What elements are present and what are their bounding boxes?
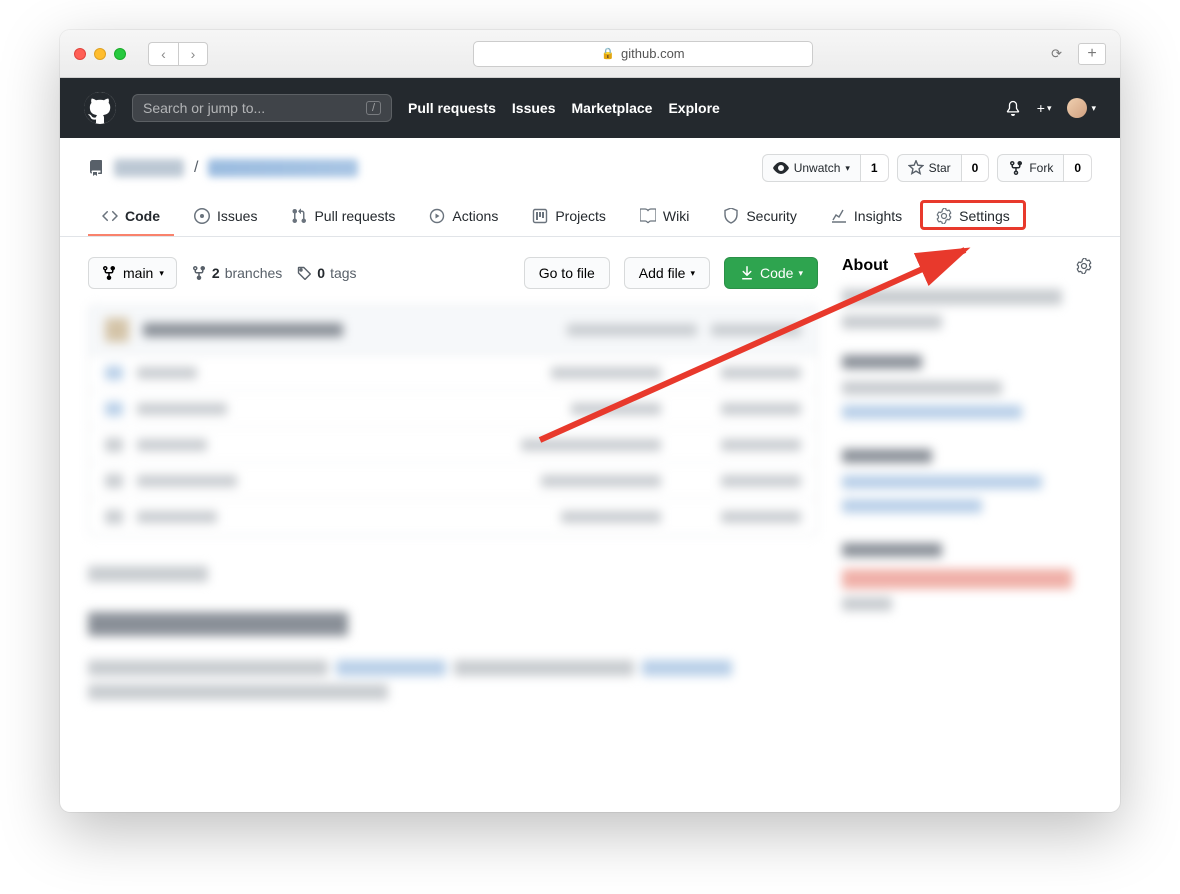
repo-title: /	[88, 159, 358, 177]
minimize-window-button[interactable]	[94, 48, 106, 60]
repo-tabs: Code Issues Pull requests Actions Projec…	[88, 198, 1092, 236]
tab-insights-label: Insights	[854, 208, 902, 224]
code-button-label: Code	[760, 265, 793, 281]
nav-marketplace[interactable]: Marketplace	[572, 100, 653, 116]
repo-name-redacted	[208, 159, 358, 177]
repo-action-buttons: Unwatch ▾ 1 Star 0 Fork	[762, 154, 1092, 182]
tab-issues-label: Issues	[217, 208, 257, 224]
unwatch-label: Unwatch	[794, 161, 841, 175]
search-hotkey-badge: /	[366, 101, 381, 115]
browser-titlebar: ‹ › 🔒 github.com ⟳ +	[60, 30, 1120, 78]
tab-insights[interactable]: Insights	[817, 198, 916, 236]
notifications-icon[interactable]	[1005, 100, 1021, 116]
header-nav: Pull requests Issues Marketplace Explore	[408, 100, 720, 116]
nav-explore[interactable]: Explore	[668, 100, 719, 116]
tags-label: tags	[330, 265, 356, 281]
branch-select-button[interactable]: main ▾	[88, 257, 177, 289]
window-controls	[74, 48, 126, 60]
create-new-button[interactable]: +▾	[1037, 100, 1052, 116]
lock-icon: 🔒	[601, 47, 615, 60]
goto-file-label: Go to file	[539, 265, 595, 281]
sidebar: About	[842, 257, 1092, 700]
caret-down-icon: ▾	[798, 268, 803, 279]
add-file-button[interactable]: Add file ▾	[624, 257, 710, 289]
caret-down-icon: ▾	[845, 163, 850, 174]
tab-security[interactable]: Security	[709, 198, 811, 236]
browser-window: ‹ › 🔒 github.com ⟳ + / Pull requests Iss…	[60, 30, 1120, 812]
tab-actions-label: Actions	[452, 208, 498, 224]
branches-link[interactable]: 2 branches	[191, 265, 282, 281]
fork-button-group: Fork 0	[997, 154, 1092, 182]
tab-projects[interactable]: Projects	[518, 198, 620, 236]
gear-icon[interactable]	[1076, 257, 1092, 275]
new-tab-button[interactable]: +	[1078, 43, 1106, 65]
tab-actions[interactable]: Actions	[415, 198, 512, 236]
search-bar[interactable]: /	[132, 94, 392, 122]
tags-link[interactable]: 0 tags	[296, 265, 356, 281]
unwatch-button[interactable]: Unwatch ▾	[762, 154, 861, 182]
add-file-label: Add file	[639, 265, 686, 281]
main-actions-bar: main ▾ 2 branches 0 tags Go to file	[88, 257, 818, 289]
github-logo[interactable]	[84, 92, 116, 124]
main-column: main ▾ 2 branches 0 tags Go to file	[88, 257, 818, 700]
tab-settings[interactable]: Settings	[922, 198, 1024, 236]
tab-pulls-label: Pull requests	[314, 208, 395, 224]
repo-title-row: / Unwatch ▾ 1 Star 0	[88, 154, 1092, 182]
tab-projects-label: Projects	[555, 208, 606, 224]
user-menu[interactable]: ▾	[1067, 98, 1096, 118]
nav-pull-requests[interactable]: Pull requests	[408, 100, 496, 116]
header-right: +▾ ▾	[1005, 98, 1096, 118]
forward-button[interactable]: ›	[178, 42, 208, 66]
about-heading: About	[842, 257, 888, 275]
tab-security-label: Security	[746, 208, 797, 224]
address-bar[interactable]: 🔒 github.com ⟳	[473, 41, 813, 67]
repo-icon	[88, 159, 104, 177]
fork-count[interactable]: 0	[1064, 154, 1092, 182]
url-text: github.com	[621, 46, 685, 61]
back-button[interactable]: ‹	[148, 42, 178, 66]
watch-button-group: Unwatch ▾ 1	[762, 154, 889, 182]
branch-name: main	[123, 265, 153, 281]
tab-wiki-label: Wiki	[663, 208, 689, 224]
tags-count: 0	[317, 265, 325, 281]
branches-label: branches	[225, 265, 283, 281]
tab-code-label: Code	[125, 208, 160, 224]
about-header: About	[842, 257, 1092, 275]
goto-file-button[interactable]: Go to file	[524, 257, 610, 289]
star-button-group: Star 0	[897, 154, 990, 182]
tab-wiki[interactable]: Wiki	[626, 198, 703, 236]
tab-issues[interactable]: Issues	[180, 198, 271, 236]
caret-down-icon: ▾	[690, 268, 695, 279]
avatar	[1067, 98, 1087, 118]
star-label: Star	[929, 161, 951, 175]
refresh-icon[interactable]: ⟳	[1051, 46, 1062, 62]
fork-button[interactable]: Fork	[997, 154, 1064, 182]
star-count[interactable]: 0	[962, 154, 990, 182]
star-button[interactable]: Star	[897, 154, 962, 182]
fork-label: Fork	[1029, 161, 1053, 175]
repo-owner-redacted	[114, 159, 184, 177]
github-header: / Pull requests Issues Marketplace Explo…	[60, 78, 1120, 138]
file-list-redacted	[88, 305, 818, 700]
nav-issues[interactable]: Issues	[512, 100, 556, 116]
tab-pull-requests[interactable]: Pull requests	[277, 198, 409, 236]
browser-nav-arrows: ‹ ›	[148, 42, 208, 66]
about-content-redacted	[842, 289, 1092, 611]
tab-code[interactable]: Code	[88, 198, 174, 236]
watch-count[interactable]: 1	[861, 154, 889, 182]
repo-header: / Unwatch ▾ 1 Star 0	[60, 138, 1120, 237]
maximize-window-button[interactable]	[114, 48, 126, 60]
tab-settings-label: Settings	[959, 208, 1010, 224]
branches-count: 2	[212, 265, 220, 281]
close-window-button[interactable]	[74, 48, 86, 60]
code-download-button[interactable]: Code ▾	[724, 257, 818, 289]
caret-down-icon: ▾	[159, 268, 164, 279]
search-input[interactable]	[143, 100, 366, 116]
repo-body: main ▾ 2 branches 0 tags Go to file	[60, 237, 1120, 720]
